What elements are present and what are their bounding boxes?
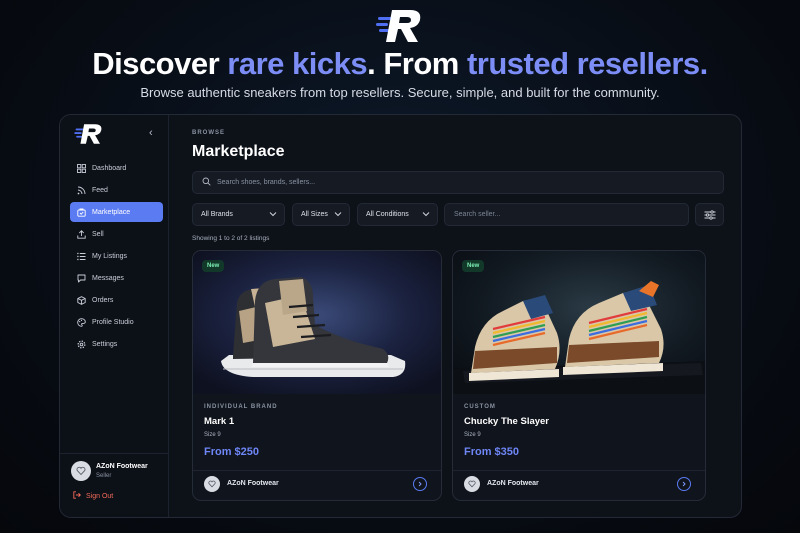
search-input[interactable]: Search shoes, brands, sellers... <box>192 171 724 194</box>
page-title: Marketplace <box>192 143 285 160</box>
upload-icon <box>77 229 86 239</box>
chevron-right-icon <box>418 481 422 487</box>
chevron-down-icon <box>334 211 342 219</box>
chevron-down-icon <box>269 211 277 219</box>
gear-icon <box>77 340 86 349</box>
listing-category: CUSTOM <box>464 404 496 410</box>
brand-logo <box>376 10 421 42</box>
sidebar: ‹ Dashboard Feed Marketplace Sell My Lis… <box>60 115 169 517</box>
chevron-down-icon <box>422 211 430 219</box>
sign-out-button[interactable]: Sign Out <box>73 491 113 501</box>
sidebar-item-profile-studio[interactable]: Profile Studio <box>70 312 163 332</box>
hero-title: Discover rare kicks. From trusted resell… <box>0 46 800 82</box>
app-window: ‹ Dashboard Feed Marketplace Sell My Lis… <box>59 114 742 518</box>
sidebar-item-messages[interactable]: Messages <box>70 268 163 288</box>
seller-search-input[interactable]: Search seller... <box>444 203 689 226</box>
heart-logo-icon <box>468 480 476 488</box>
heart-logo-icon <box>76 466 86 476</box>
sign-out-label: Sign Out <box>86 492 114 500</box>
sidebar-item-label: Dashboard <box>92 164 127 172</box>
rss-icon <box>77 186 86 195</box>
condition-select[interactable]: All Conditions <box>357 203 438 226</box>
avatar[interactable] <box>71 461 91 481</box>
collapse-sidebar-icon[interactable]: ‹ <box>149 127 153 139</box>
grid-icon <box>77 163 86 173</box>
palette-icon <box>77 317 86 327</box>
new-badge: New <box>462 260 485 272</box>
seller-avatar[interactable] <box>204 476 220 492</box>
card-divider <box>453 470 705 471</box>
user-name: AZoN Footwear <box>96 463 148 470</box>
new-badge: New <box>202 260 225 272</box>
listing-price: From $350 <box>464 446 520 458</box>
sliders-icon <box>704 209 715 220</box>
user-role: Seller <box>96 473 112 479</box>
listing-size: Size 9 <box>204 432 221 438</box>
sidebar-item-settings[interactable]: Settings <box>70 334 163 354</box>
hero-title-accent1: rare kicks <box>227 46 368 81</box>
view-listing-button[interactable] <box>677 477 691 491</box>
brand-select-value: All Brands <box>201 211 233 218</box>
sidebar-item-my-listings[interactable]: My Listings <box>70 246 163 266</box>
section-eyebrow: BROWSE <box>192 130 225 136</box>
heart-logo-icon <box>208 480 216 488</box>
search-icon <box>202 177 211 188</box>
brand-select[interactable]: All Brands <box>192 203 285 226</box>
seller-search-placeholder: Search seller... <box>454 211 501 218</box>
sidebar-item-feed[interactable]: Feed <box>70 180 163 200</box>
listing-title: Mark 1 <box>204 416 235 427</box>
sidebar-item-label: Marketplace <box>92 208 131 216</box>
hero-title-part2: . From <box>367 46 467 81</box>
size-select[interactable]: All Sizes <box>292 203 350 226</box>
sidebar-item-dashboard[interactable]: Dashboard <box>70 158 163 178</box>
sidebar-item-sell[interactable]: Sell <box>70 224 163 244</box>
listing-card[interactable]: New CUSTOM Chucky The Slayer Size 9 From… <box>452 250 706 501</box>
sidebar-logo[interactable] <box>74 123 104 145</box>
listing-price: From $250 <box>204 446 260 458</box>
sidebar-item-label: Profile Studio <box>92 318 134 326</box>
sidebar-nav: Dashboard Feed Marketplace Sell My Listi… <box>70 158 163 356</box>
hero-title-part1: Discover <box>92 46 228 81</box>
search-placeholder: Search shoes, brands, sellers... <box>217 179 316 186</box>
listing-size: Size 9 <box>464 432 481 438</box>
seller-name[interactable]: AZoN Footwear <box>487 480 539 487</box>
box-icon <box>77 295 86 305</box>
chat-icon <box>77 274 86 283</box>
logout-icon <box>73 491 81 501</box>
sidebar-item-orders[interactable]: Orders <box>70 290 163 310</box>
sidebar-item-marketplace[interactable]: Marketplace <box>70 202 163 222</box>
condition-select-value: All Conditions <box>366 211 409 218</box>
card-divider <box>193 470 441 471</box>
sidebar-item-label: Feed <box>92 186 108 194</box>
listing-category: INDIVIDUAL BRAND <box>204 404 278 410</box>
results-count: Showing 1 to 2 of 2 listings <box>192 235 270 242</box>
list-icon <box>77 252 86 261</box>
view-listing-button[interactable] <box>413 477 427 491</box>
main-content: BROWSE Marketplace Search shoes, brands,… <box>170 115 741 517</box>
sidebar-item-label: My Listings <box>92 252 128 260</box>
hero-title-accent2: trusted resellers. <box>466 46 708 81</box>
sidebar-item-label: Messages <box>92 274 124 282</box>
listing-card[interactable]: New INDIVIDUAL BRAND Mark 1 Size 9 From … <box>192 250 442 501</box>
seller-name[interactable]: AZoN Footwear <box>227 480 279 487</box>
filters-button[interactable] <box>695 203 724 226</box>
size-select-value: All Sizes <box>301 211 328 218</box>
shop-icon <box>77 208 86 217</box>
sidebar-item-label: Settings <box>92 340 118 348</box>
hero-subtitle: Browse authentic sneakers from top resel… <box>140 85 660 100</box>
listing-title: Chucky The Slayer <box>464 416 550 427</box>
sidebar-item-label: Sell <box>92 230 104 238</box>
sidebar-divider <box>60 453 169 454</box>
product-image <box>193 251 441 394</box>
product-image <box>453 251 705 394</box>
sidebar-item-label: Orders <box>92 296 114 304</box>
chevron-right-icon <box>682 481 686 487</box>
seller-avatar[interactable] <box>464 476 480 492</box>
